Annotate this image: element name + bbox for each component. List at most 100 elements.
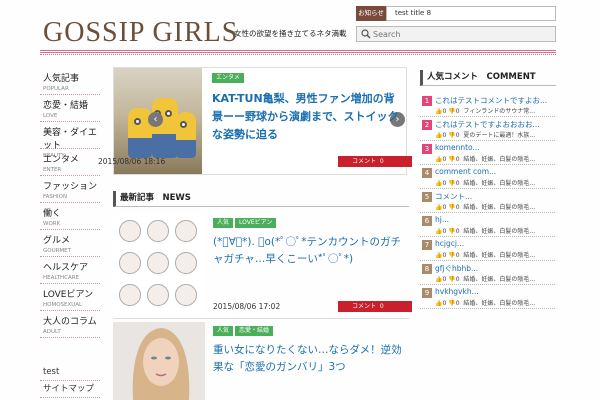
down-count: 0	[455, 276, 460, 283]
thumbs-down-icon[interactable]: 👎	[448, 252, 455, 259]
down-count: 0	[455, 228, 460, 235]
down-count: 0	[455, 300, 460, 307]
nav-label: ファッション	[43, 182, 98, 192]
nav-item-work[interactable]: 働く WORK	[40, 203, 100, 230]
ranking-article[interactable]: 結婚、妊娠、白髪の陰毛...	[463, 228, 535, 235]
featured-comment-button[interactable]: コメント 0	[338, 156, 412, 167]
nav-item-enter[interactable]: エンタメ ENTER	[40, 149, 100, 176]
ranking-title[interactable]: これはテストですよおおおお...	[435, 119, 540, 130]
ranking-article[interactable]: 結婚、妊娠、白髪の陰毛...	[463, 204, 535, 211]
nav-label: LOVEビアン	[43, 290, 94, 300]
avatar	[175, 284, 197, 306]
up-count: 0	[442, 204, 447, 211]
thumbs-down-icon[interactable]: 👎	[448, 156, 455, 163]
featured-tags: エンタメ	[212, 72, 246, 83]
ranking-title[interactable]: コメント...	[435, 191, 472, 202]
search-box[interactable]	[356, 26, 556, 42]
nav-sublabel: FASHION	[43, 194, 68, 200]
ranking-article[interactable]: 結婚、妊娠、白髪の陰毛...	[463, 276, 535, 283]
nav-item-homosexual[interactable]: LOVEビアン HOMOSEXUAL	[40, 284, 100, 311]
ranking-article[interactable]: 結婚、妊娠、白髪の陰毛...	[463, 300, 535, 307]
ranking-article[interactable]: 夏のデートに最適！水族...	[463, 132, 535, 139]
article-comment-button[interactable]: コメント 0	[338, 301, 412, 312]
nav-label: エンタメ	[43, 155, 79, 165]
nav-item-popular[interactable]: 人気記事 POPULAR	[40, 68, 100, 95]
thumbs-down-icon[interactable]: 👎	[448, 276, 455, 283]
article-tags: 人気 LOVEビアン	[213, 217, 278, 228]
nav-sublabel: HEALTHCARE	[43, 275, 80, 281]
search-input[interactable]	[373, 27, 553, 41]
up-count: 0	[442, 300, 447, 307]
avatar	[147, 220, 169, 242]
article-title[interactable]: (*ﾟ∀ﾟ*). ｡o(*ﾟ○ﾟ*テンカウントのガチャガチャ…早くこーい*ﾟ○ﾟ…	[213, 234, 408, 268]
nav-label: 大人のコラム	[43, 317, 97, 327]
ranking-title[interactable]: hj...	[435, 215, 449, 224]
site-logo[interactable]: GOSSIP GIRLS	[43, 17, 238, 49]
thumbs-down-icon[interactable]: 👎	[448, 108, 455, 115]
ranking-article[interactable]: 結婚、妊娠、白髪の陰毛...	[463, 156, 535, 163]
up-count: 0	[442, 108, 447, 115]
category-tag[interactable]: エンタメ	[212, 73, 244, 83]
footer-links: test サイトマップ	[40, 364, 100, 398]
thumbs-down-icon[interactable]: 👎	[448, 300, 455, 307]
avatar	[119, 284, 141, 306]
thumbs-down-icon[interactable]: 👎	[448, 132, 455, 139]
down-count: 0	[455, 108, 460, 115]
ranking-title[interactable]: comment com...	[435, 167, 496, 176]
ranking-title[interactable]: komennto...	[435, 143, 480, 152]
thumbs-down-icon[interactable]: 👎	[448, 228, 455, 235]
ranking-item[interactable]: 4 comment com... 👍0 👎0 結婚、妊娠、白髪の陰毛...	[420, 165, 555, 189]
comment-count: 0	[379, 303, 384, 310]
rank-number: 6	[422, 216, 432, 226]
article-thumbnail[interactable]	[113, 214, 206, 314]
category-tag[interactable]: 恋愛・結婚	[235, 326, 274, 336]
rank-number: 3	[422, 144, 432, 154]
ranking-item[interactable]: 8 gfjぐhbhb... 👍0 👎0 結婚、妊娠、白髪の陰毛...	[420, 261, 555, 285]
thumbs-down-icon[interactable]: 👎	[448, 180, 455, 187]
category-tag[interactable]: 人気	[213, 218, 234, 228]
woman-portrait	[132, 328, 190, 400]
ranking-title[interactable]: hcjgcj...	[435, 239, 464, 248]
ranking-item[interactable]: 2 これはテストですよおおおお... 👍0 👎0 夏のデートに最適！水族...	[420, 117, 555, 141]
ranking-item[interactable]: 7 hcjgcj... 👍0 👎0 結婚、妊娠、白髪の陰毛...	[420, 237, 555, 261]
slider-prev-button[interactable]: ‹	[148, 112, 163, 127]
ranking-article[interactable]: 結婚、妊娠、白髪の陰毛...	[463, 180, 535, 187]
ranking-article[interactable]: フィンランドのサウナ常...	[463, 108, 535, 115]
nav-sublabel: WORK	[43, 221, 61, 227]
up-count: 0	[442, 180, 447, 187]
article-title[interactable]: 重い女になりたくない…ならダメ！逆効果な「恋愛のガンバリ」3つ	[213, 342, 408, 376]
ranking-title[interactable]: hvkhgvkh...	[435, 287, 479, 296]
nav-item-gourmet[interactable]: グルメ GOURMET	[40, 230, 100, 257]
category-tag[interactable]: 人気	[213, 326, 234, 336]
thumbs-down-icon[interactable]: 👎	[448, 204, 455, 211]
ranking-article[interactable]: 結婚、妊娠、白髪の陰毛...	[463, 252, 535, 259]
rank-number: 1	[422, 96, 432, 106]
avatar	[175, 252, 197, 274]
goggle	[134, 118, 141, 125]
nav-item-healthcare[interactable]: ヘルスケア HEALTHCARE	[40, 257, 100, 284]
nav-item-love[interactable]: 恋愛・結婚 LOVE	[40, 95, 100, 122]
up-count: 0	[442, 228, 447, 235]
ranking-title[interactable]: gfjぐhbhb...	[435, 263, 478, 274]
overalls	[128, 138, 152, 158]
nav-label: 恋愛・結婚	[43, 101, 89, 111]
ranking-item[interactable]: 9 hvkhgvkh... 👍0 👎0 結婚、妊娠、白髪の陰毛...	[420, 285, 555, 309]
link-sitemap[interactable]: サイトマップ	[40, 381, 100, 398]
nav-label: ヘルスケア	[43, 263, 89, 273]
featured-title[interactable]: KAT-TUN亀梨、男性ファン増加の背景ーー野球から演劇まで、ストイックな姿勢に…	[212, 90, 402, 144]
ranking-item[interactable]: 3 komennto... 👍0 👎0 結婚、妊娠、白髪の陰毛...	[420, 141, 555, 165]
nav-item-fashion[interactable]: ファッション FASHION	[40, 176, 100, 203]
nav-label: 人気記事	[43, 74, 80, 84]
nav-item-beauty[interactable]: 美容・ダイエット BEAUTY	[40, 122, 100, 159]
article-thumbnail[interactable]	[113, 322, 205, 400]
notice-ticker[interactable]: test title 8	[386, 6, 556, 21]
ranking-title[interactable]: これはテストコメントですよお...	[435, 95, 547, 106]
down-count: 0	[455, 204, 460, 211]
ranking-item[interactable]: 5 コメント... 👍0 👎0 結婚、妊娠、白髪の陰毛...	[420, 189, 555, 213]
nav-item-adult[interactable]: 大人のコラム ADULT	[40, 311, 100, 338]
ranking-item[interactable]: 1 これはテストコメントですよお... 👍0 👎0 フィンランドのサウナ常...	[420, 93, 555, 117]
ranking-item[interactable]: 6 hj... 👍0 👎0 結婚、妊娠、白髪の陰毛...	[420, 213, 555, 237]
link-test[interactable]: test	[40, 364, 100, 381]
up-count: 0	[442, 252, 447, 259]
category-tag[interactable]: LOVEビアン	[235, 218, 277, 228]
